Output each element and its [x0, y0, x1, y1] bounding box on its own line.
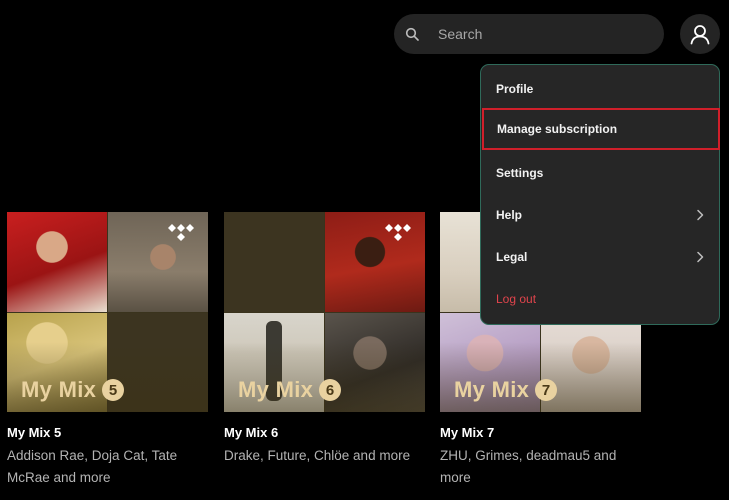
menu-item-label: Settings: [496, 166, 544, 180]
mix-subtitle: ZHU, Grimes, deadmau5 and more: [440, 448, 617, 485]
mix-cover-label: My Mix 7: [454, 377, 558, 403]
mix-card[interactable]: My Mix 6 My Mix 6 Drake, Future, Chlöe a…: [224, 212, 425, 467]
tidal-logo-icon: [385, 224, 411, 241]
search-icon: [405, 27, 419, 41]
search-placeholder: Search: [438, 26, 483, 42]
menu-item-legal[interactable]: Legal: [481, 236, 719, 278]
mix-title[interactable]: My Mix 6: [224, 425, 425, 441]
chevron-right-icon: [697, 209, 704, 221]
mix-cover[interactable]: My Mix 5: [7, 212, 208, 412]
mix-title[interactable]: My Mix 7: [440, 425, 641, 441]
menu-item-label: Legal: [496, 250, 528, 264]
menu-item-label: Help: [496, 208, 523, 222]
mix-subtitle: Addison Rae, Doja Cat, Tate McRae and mo…: [7, 448, 178, 485]
menu-item-log-out[interactable]: Log out: [481, 278, 719, 320]
mix-title[interactable]: My Mix 5: [7, 425, 208, 441]
menu-item-profile[interactable]: Profile: [481, 68, 719, 110]
mix-cover-label: My Mix 5: [21, 377, 125, 403]
mix-cover-text: My Mix: [454, 377, 530, 402]
mix-number-badge: 5: [102, 379, 125, 401]
cover-art-quadrant: [7, 212, 107, 312]
user-icon: [690, 25, 710, 45]
search-bar[interactable]: Search: [394, 14, 664, 54]
cover-art-quadrant: [224, 212, 324, 312]
home-page: Search My Mix 5 My Mix 5 Addison Rae, Do…: [0, 0, 729, 500]
mix-cover[interactable]: My Mix 6: [224, 212, 425, 412]
mix-card[interactable]: My Mix 5 My Mix 5 Addison Rae, Doja Cat,…: [7, 212, 208, 489]
mix-number-badge: 7: [535, 379, 558, 401]
menu-item-label: Manage subscription: [497, 122, 618, 136]
profile-dropdown-menu: Profile Manage subscription Settings Hel…: [480, 64, 720, 325]
menu-item-settings[interactable]: Settings: [481, 152, 719, 194]
mix-cover-text: My Mix: [21, 377, 97, 402]
menu-item-label: Log out: [496, 292, 537, 306]
menu-item-manage-subscription[interactable]: Manage subscription: [482, 108, 720, 150]
profile-button[interactable]: [680, 14, 720, 54]
mix-cover-text: My Mix: [238, 377, 314, 402]
menu-item-label: Profile: [496, 82, 534, 96]
menu-item-help[interactable]: Help: [481, 194, 719, 236]
mix-cover-label: My Mix 6: [238, 377, 342, 403]
mix-number-badge: 6: [319, 379, 342, 401]
tidal-logo-icon: [168, 224, 194, 241]
mix-subtitle: Drake, Future, Chlöe and more: [224, 448, 411, 463]
chevron-right-icon: [697, 251, 704, 263]
